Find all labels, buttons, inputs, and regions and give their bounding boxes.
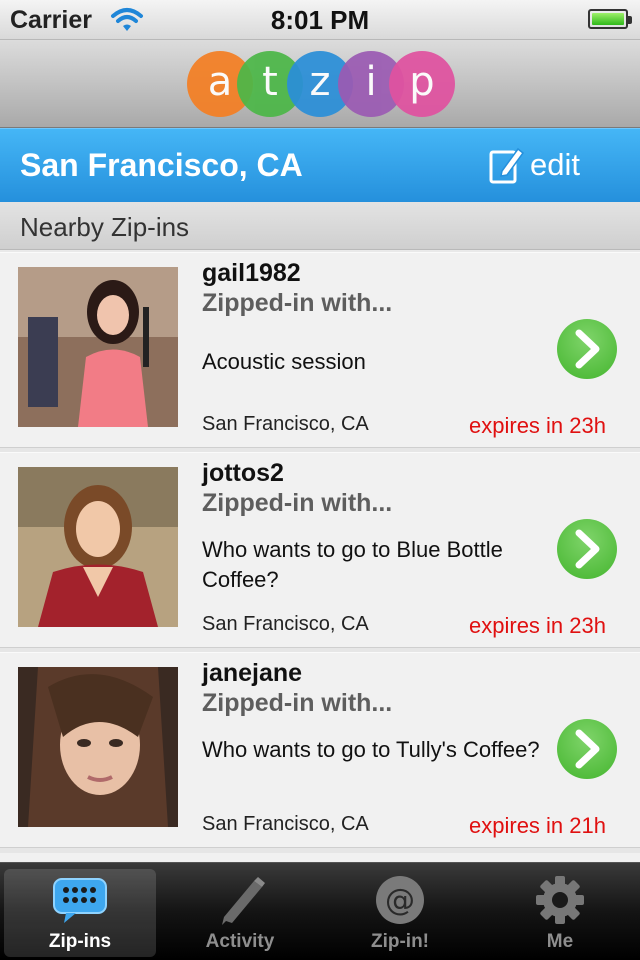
chat-bubble-icon [53, 878, 107, 923]
location-title: San Francisco, CA [20, 147, 303, 183]
tab-zip-ins[interactable]: Zip-ins [4, 869, 156, 957]
tab-label: Zip-in! [370, 931, 430, 952]
chevron-right-icon [575, 729, 600, 769]
avatar [18, 267, 178, 427]
zip-status: Zipped-in with... [202, 489, 393, 517]
expires-label: expires in 23h [469, 613, 606, 638]
username: jottos2 [202, 459, 284, 487]
pencil-icon [222, 877, 265, 925]
avatar [18, 667, 178, 827]
edit-label: edit [530, 147, 580, 182]
tab-label: Zip-ins [48, 931, 112, 952]
edit-location-button[interactable]: edit [488, 145, 580, 185]
section-header: Nearby Zip-ins [0, 202, 640, 250]
tab-me[interactable]: Me [484, 869, 636, 957]
atzip-logo: a t z i p [187, 51, 455, 117]
username: janejane [202, 659, 303, 687]
logo-letter: p [389, 51, 455, 117]
expires-label: expires in 23h [469, 413, 606, 438]
tab-activity[interactable]: Activity [164, 869, 316, 957]
gear-icon [536, 876, 584, 924]
section-title: Nearby Zip-ins [20, 212, 190, 242]
expires-label: expires in 21h [469, 813, 606, 838]
svg-text:@: @ [385, 883, 415, 918]
chevron-right-icon [575, 529, 600, 569]
message: Acoustic session [202, 349, 366, 374]
status-time: 8:01 PM [270, 5, 370, 35]
zip-status: Zipped-in with... [202, 289, 393, 317]
edit-pencil-icon [489, 147, 524, 184]
status-bar: Carrier 8:01 PM [0, 0, 640, 40]
battery-icon [588, 9, 632, 29]
go-button[interactable] [557, 319, 617, 379]
list-item[interactable]: jottos2 Zipped-in with... Who wants to g… [0, 452, 640, 648]
item-location: San Francisco, CA [202, 613, 369, 635]
item-location: San Francisco, CA [202, 413, 369, 435]
at-sign-icon: @ [376, 876, 424, 924]
username: gail1982 [202, 259, 301, 287]
message: Who wants to go to Tully's Coffee? [202, 737, 540, 762]
go-button[interactable] [557, 519, 617, 579]
zip-in-list[interactable]: gail1982 Zipped-in with... Acoustic sess… [0, 252, 640, 862]
avatar [18, 467, 178, 627]
tab-label: Activity [205, 931, 275, 952]
tab-bar: Zip-ins Activity @ Zip-in! Me [0, 862, 640, 960]
list-item-partial [0, 853, 640, 862]
list-item[interactable]: janejane Zipped-in with... Who wants to … [0, 652, 640, 848]
tab-zip-in[interactable]: @ Zip-in! [324, 869, 476, 957]
item-location: San Francisco, CA [202, 813, 369, 835]
go-button[interactable] [557, 719, 617, 779]
chevron-right-icon [575, 329, 600, 369]
message: Who wants to go to Blue Bottle Coffee? [202, 537, 503, 592]
list-item[interactable]: gail1982 Zipped-in with... Acoustic sess… [0, 252, 640, 448]
zip-status: Zipped-in with... [202, 689, 393, 717]
location-bar: San Francisco, CA edit [0, 128, 640, 202]
app-header: a t z i p [0, 40, 640, 128]
tab-label: Me [546, 931, 574, 952]
